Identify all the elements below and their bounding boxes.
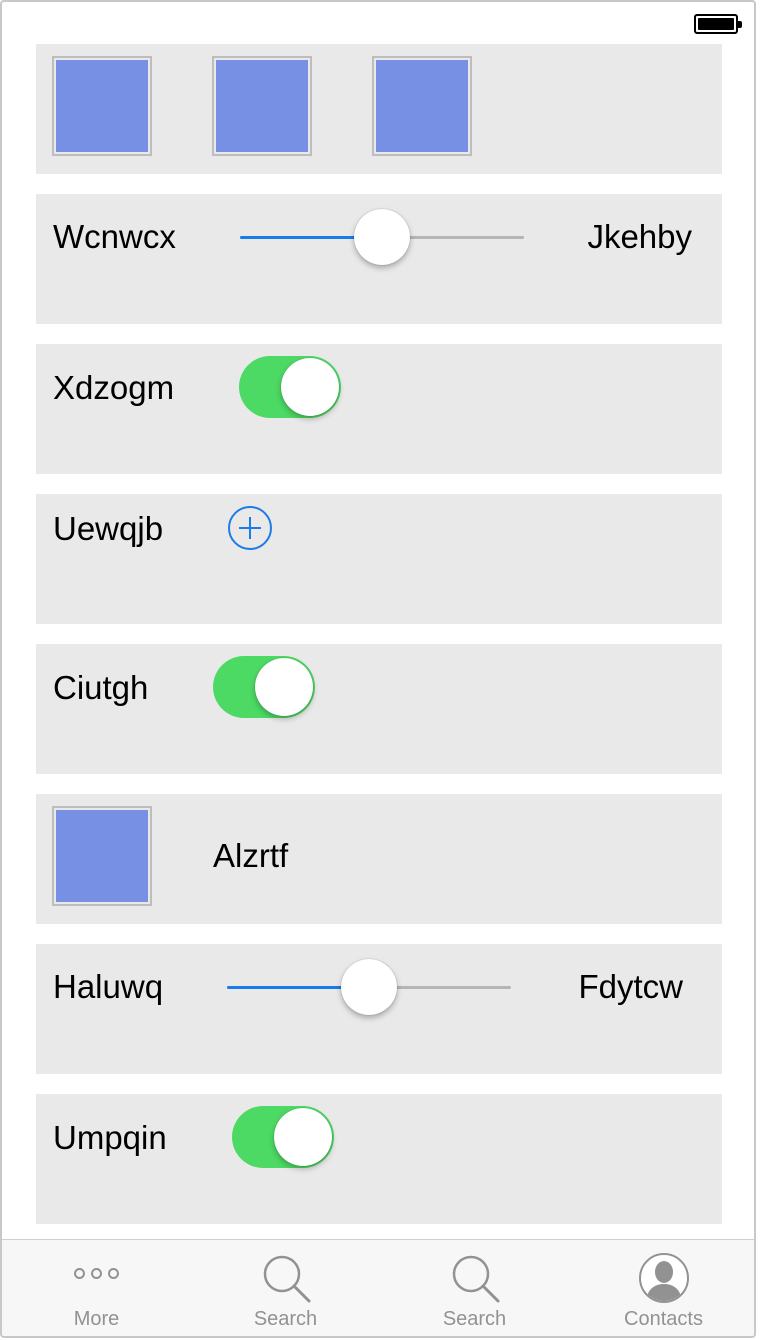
slider-min-label: Haluwq [53, 968, 164, 1005]
add-row: Uewqjb [36, 494, 722, 624]
slider-row: Haluwq Fdytcw [36, 944, 722, 1074]
toggle-switch[interactable] [232, 1106, 334, 1168]
toggle-switch[interactable] [239, 356, 341, 418]
switch-row: Xdzogm [36, 344, 722, 474]
slider[interactable] [227, 959, 511, 1015]
switch-label: Ciutgh [53, 669, 149, 706]
tab-label: Search [253, 1308, 318, 1330]
tab-contacts[interactable]: Contacts [569, 1240, 754, 1336]
switch-knob [274, 1108, 332, 1166]
tab-search[interactable]: Search [380, 1240, 569, 1336]
screen: Wcnwcx Jkehby Xdzogm Uewqjb Ciutgh Alzrt… [0, 0, 756, 1338]
more-icon [71, 1266, 123, 1282]
switch-label: Umpqin [53, 1119, 167, 1156]
switch-row: Umpqin [36, 1094, 722, 1224]
image-thumbnail[interactable] [52, 806, 152, 906]
tab-search[interactable]: Search [191, 1240, 380, 1336]
tab-bar: More Search Search Contacts [2, 1239, 754, 1336]
tab-label: Search [442, 1308, 507, 1330]
slider[interactable] [240, 209, 524, 265]
switch-knob [281, 358, 339, 416]
contacts-icon [638, 1253, 689, 1303]
switch-knob [255, 658, 313, 716]
slider-min-label: Wcnwcx [53, 218, 176, 255]
image-thumbnail[interactable] [212, 56, 312, 156]
image-thumbnail[interactable] [372, 56, 472, 156]
toggle-switch[interactable] [213, 656, 315, 718]
slider-row: Wcnwcx Jkehby [36, 194, 722, 324]
slider-max-label: Jkehby [587, 218, 692, 255]
slider-thumb[interactable] [341, 959, 397, 1015]
image-gallery-row [36, 44, 722, 174]
battery-icon [694, 14, 742, 34]
search-icon [452, 1255, 499, 1303]
switch-label: Xdzogm [53, 369, 175, 406]
tab-label: Contacts [624, 1308, 703, 1330]
add-icon[interactable] [228, 506, 272, 550]
add-row-label: Uewqjb [53, 510, 164, 547]
slider-max-label: Fdytcw [578, 968, 683, 1005]
switch-row: Ciutgh [36, 644, 722, 774]
slider-thumb[interactable] [354, 209, 410, 265]
image-row-label: Alzrtf [213, 837, 289, 874]
image-label-row: Alzrtf [36, 794, 722, 924]
tab-more[interactable]: More [2, 1240, 191, 1336]
search-icon [263, 1255, 310, 1303]
image-thumbnail[interactable] [52, 56, 152, 156]
tab-label: More [73, 1308, 120, 1330]
